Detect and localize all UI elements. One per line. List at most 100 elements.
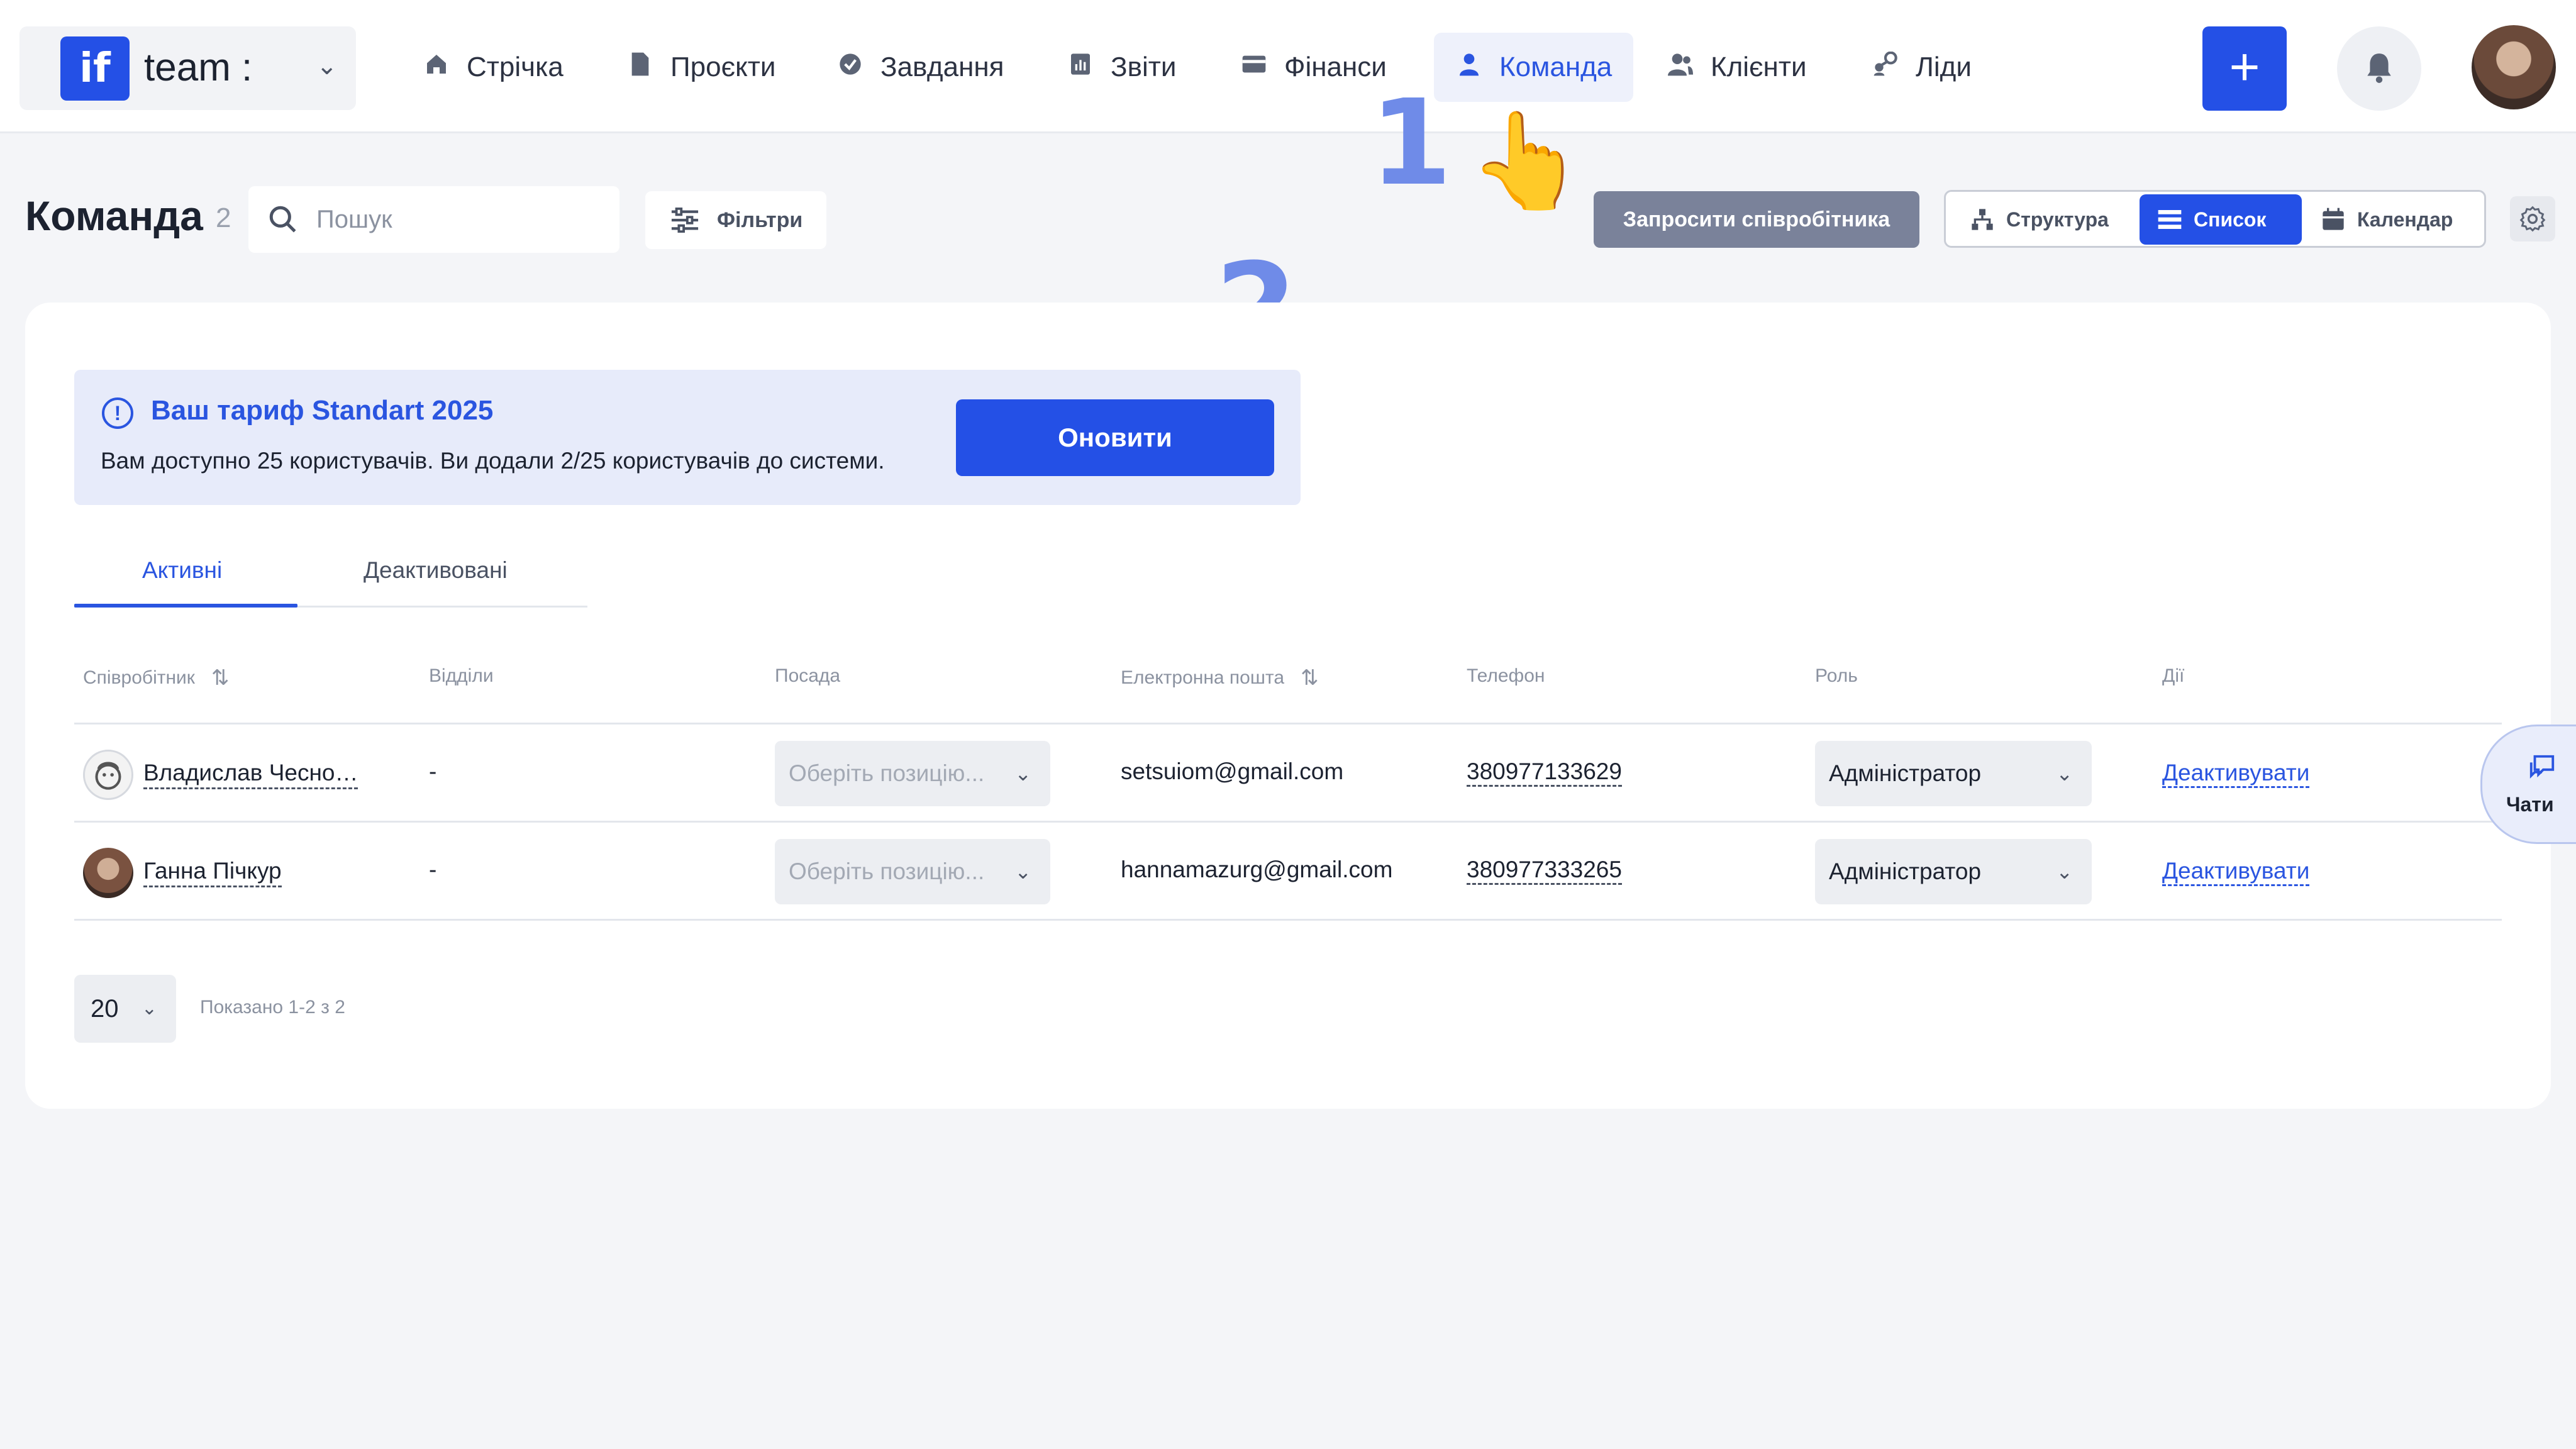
report-icon [1067,52,1094,83]
view-calendar-button[interactable]: Календар [2303,194,2485,245]
nav-item-team[interactable]: Команда [1434,33,1634,102]
chevron-down-icon: ⌄ [1014,860,1031,883]
employee-name-link[interactable]: Владислав Чесно… [143,760,358,789]
sort-icon[interactable]: ⇅ [211,665,230,691]
column-position: Посада [775,665,841,686]
chevron-down-icon: ⌄ [316,52,338,80]
deactivate-link[interactable]: Деактивувати [2162,858,2310,886]
leads-icon [1872,51,1899,83]
nav-item-tasks[interactable]: Завдання [815,33,1026,102]
employee-name-link[interactable]: Ганна Пічкур [143,858,282,887]
view-list-label: Список [2194,208,2267,231]
bell-icon [2367,53,2391,83]
nav-item-label: Звіти [1111,52,1177,82]
workspace-name: team : [144,46,253,89]
position-placeholder: Оберіть позицію... [789,760,985,786]
tab-deactivated[interactable]: Деактивовані [364,557,508,584]
check-circle-icon [836,52,864,83]
workspace-logo: if [60,36,130,101]
per-page-value: 20 [91,995,119,1023]
notifications-button[interactable] [2337,26,2421,111]
avatar [83,848,133,898]
nav-item-label: Команда [1499,52,1613,82]
employee-count: 2 [216,203,231,233]
email-value: hannamazurg@gmail.com [1121,857,1393,882]
column-email[interactable]: Електронна пошта ⇅ [1121,665,1319,691]
file-icon [626,52,654,83]
status-tabs: Активні Деактивовані [74,545,587,608]
avatar [83,750,133,800]
settings-button[interactable] [2510,196,2555,242]
nav-item-clients[interactable]: Клієнти [1645,33,1828,102]
phone-link[interactable]: 380977133629 [1467,758,1622,787]
per-page-select[interactable]: 20 ⌄ [74,975,176,1043]
update-plan-button[interactable]: Оновити [956,399,1274,476]
role-value: Адміністратор [1829,858,1982,884]
view-structure-button[interactable]: Структура [1952,194,2141,245]
view-list-button[interactable]: Список [2140,194,2302,245]
department-value: - [429,857,437,882]
nav-item-reports[interactable]: Звіти [1045,33,1197,102]
active-tab-indicator [74,604,297,608]
column-employee[interactable]: Співробітник ⇅ [83,665,229,691]
table-row: Владислав Чесно… - Оберіть позицію... ⌄ … [74,724,2502,823]
department-value: - [429,758,437,784]
user-avatar[interactable] [2472,25,2556,109]
search-box[interactable] [248,186,619,253]
phone-link[interactable]: 380977333265 [1467,857,1622,885]
chats-label: Чати [2506,793,2554,816]
home-icon [423,52,450,83]
tab-active[interactable]: Активні [142,557,222,584]
role-select[interactable]: Адміністратор ⌄ [1815,839,2092,904]
nav-item-projects[interactable]: Проєкти [605,33,797,102]
users-icon [1667,52,1694,83]
nav-item-label: Стрічка [467,52,564,82]
chevron-down-icon: ⌄ [1014,762,1031,785]
sort-icon[interactable]: ⇅ [1301,665,1319,691]
plan-title: Ваш тариф Standart 2025 [151,395,494,426]
table-header: Співробітник ⇅ Відділи Посада Електронна… [74,654,2502,724]
nav-item-feed[interactable]: Стрічка [401,33,585,102]
hierarchy-icon [1970,207,1995,232]
pagination-info: Показано 1-2 з 2 [200,997,345,1018]
invite-employee-button[interactable]: Запросити співробітника [1594,191,1919,248]
search-input[interactable] [316,200,593,239]
chevron-down-icon: ⌄ [2056,762,2073,785]
column-departments: Відділи [429,665,494,686]
view-calendar-label: Календар [2357,208,2453,231]
filters-label: Фільтри [717,208,803,232]
table-row: Ганна Пічкур - Оберіть позицію... ⌄ hann… [74,823,2502,921]
nav-item-label: Проєкти [670,52,776,82]
nav-item-label: Ліди [1916,52,1972,82]
add-button[interactable]: + [2202,26,2287,111]
nav-item-leads[interactable]: Ліди [1850,33,1993,102]
column-phone: Телефон [1467,665,1545,686]
chevron-down-icon: ⌄ [2056,860,2073,883]
column-employee-label: Співробітник [83,667,195,688]
deactivate-link[interactable]: Деактивувати [2162,760,2310,788]
nav-item-label: Завдання [880,52,1004,82]
sliders-icon [670,208,699,233]
role-value: Адміністратор [1829,760,1982,786]
chevron-down-icon: ⌄ [141,998,157,1019]
column-actions: Дії [2162,665,2185,686]
chat-icon [2528,753,2557,785]
wallet-icon [1240,53,1268,82]
position-select[interactable]: Оберіть позицію... ⌄ [775,741,1050,806]
role-select[interactable]: Адміністратор ⌄ [1815,741,2092,806]
position-select[interactable]: Оберіть позицію... ⌄ [775,839,1050,904]
filters-button[interactable]: Фільтри [645,191,826,249]
email-value: setsuiom@gmail.com [1121,758,1344,784]
column-email-label: Електронна пошта [1121,667,1285,688]
plan-text: Вам доступно 25 користувачів. Ви додали … [101,448,885,474]
position-placeholder: Оберіть позицію... [789,858,985,884]
search-icon [267,204,299,238]
workspace-switcher[interactable]: if team : ⌄ [19,26,356,110]
view-structure-label: Структура [2006,208,2109,231]
column-role: Роль [1815,665,1858,686]
calendar-icon [2321,207,2346,232]
view-switcher: Структура Список Календар [1944,190,2486,248]
user-icon [1455,52,1483,83]
info-icon: ! [102,397,133,429]
nav-item-label: Клієнти [1711,52,1807,82]
